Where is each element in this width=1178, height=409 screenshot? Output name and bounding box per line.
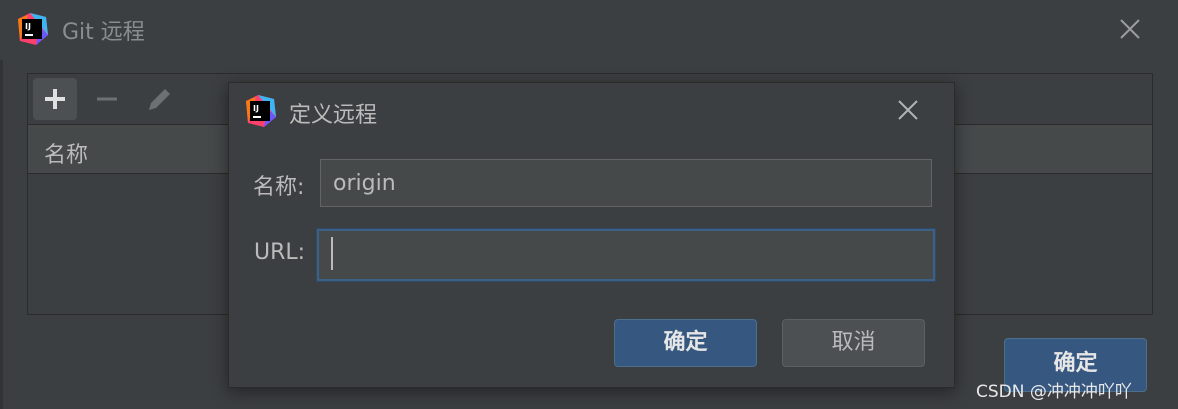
pencil-icon [149, 89, 170, 110]
name-field[interactable] [320, 159, 932, 207]
remove-remote-button[interactable] [85, 78, 129, 120]
define-remote-dialog: IJ 定义远程 名称: URL: 确定 取消 [228, 82, 955, 388]
intellij-idea-icon: IJ [18, 13, 48, 45]
svg-text:IJ: IJ [25, 22, 31, 31]
close-icon[interactable] [896, 98, 920, 122]
text-caret [331, 237, 333, 270]
cancel-button[interactable]: 取消 [782, 319, 925, 367]
column-header-name[interactable]: 名称 [44, 137, 88, 169]
dialog-title: 定义远程 [289, 103, 378, 128]
add-remote-button[interactable] [33, 78, 77, 120]
url-label: URL: [254, 240, 306, 265]
url-field[interactable] [317, 229, 935, 281]
edit-remote-button[interactable] [137, 78, 181, 120]
close-icon[interactable] [1118, 17, 1142, 41]
minus-icon [97, 97, 117, 101]
ok-button[interactable]: 确定 [614, 319, 757, 367]
intellij-idea-icon: IJ [246, 95, 276, 127]
name-label: 名称: [253, 175, 305, 200]
svg-text:IJ: IJ [253, 104, 259, 113]
plus-icon [45, 89, 65, 109]
watermark: CSDN @冲冲冲吖吖 [976, 382, 1132, 402]
outer-window-title: Git 远程 [62, 20, 145, 45]
window-edge [0, 60, 3, 409]
outer-title-bar: IJ Git 远程 [0, 0, 1178, 60]
